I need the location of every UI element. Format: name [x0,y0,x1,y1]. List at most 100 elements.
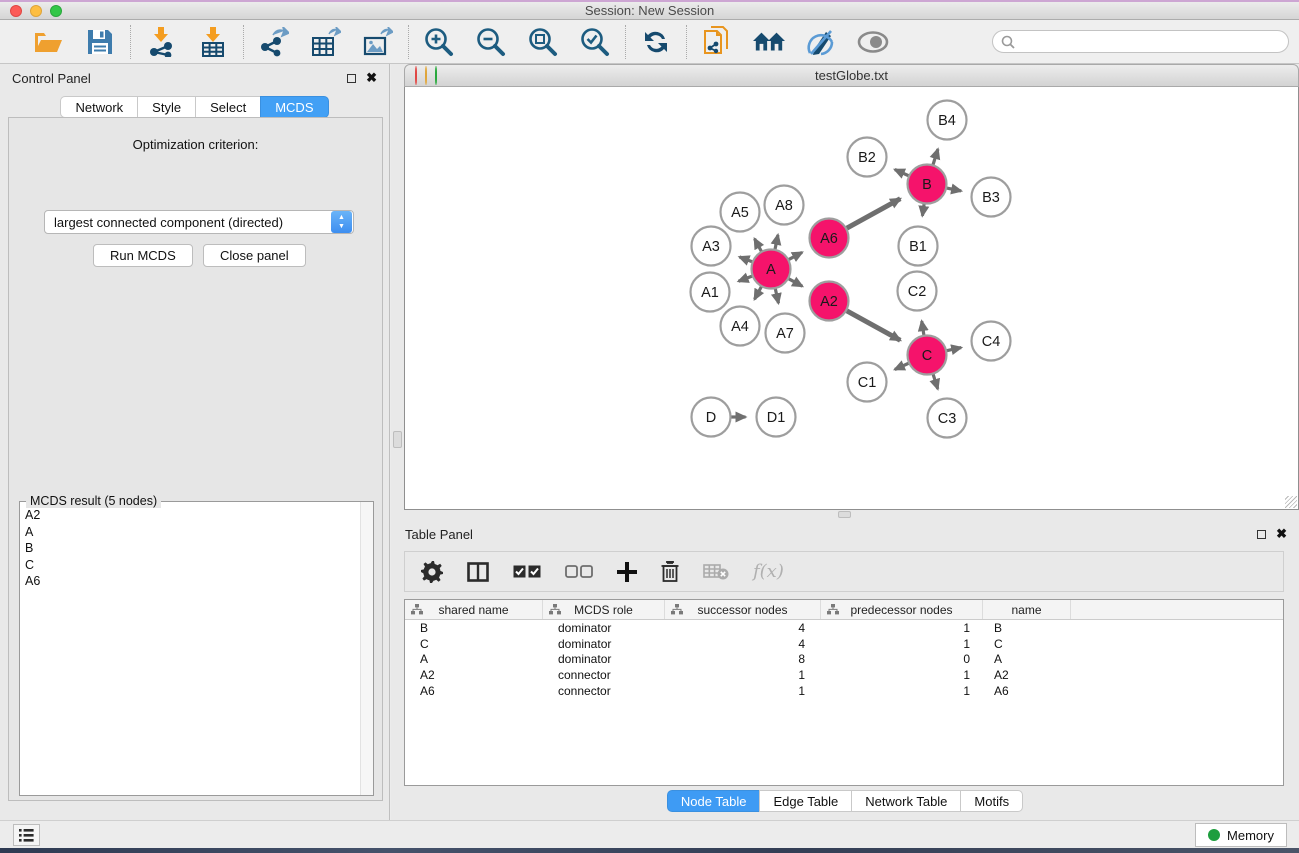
graph-edge-C-C1[interactable] [895,363,909,369]
table-cell[interactable]: B [405,621,543,635]
graph-edge-A-A8[interactable] [775,235,778,250]
table-cell[interactable]: A6 [405,684,543,698]
table-cell[interactable]: connector [543,668,665,682]
graph-edge-A-A4[interactable] [755,286,762,299]
create-column-icon[interactable] [617,562,637,582]
network-canvas[interactable]: B4B2BB3A5A8A6B1A3AC2A1A2A4A7C4CC1C3DD1 [404,87,1299,510]
graph-edge-A6-B[interactable] [846,199,900,229]
unselect-all-columns-icon[interactable] [565,565,593,578]
table-cell[interactable]: 1 [821,668,983,682]
select-all-columns-icon[interactable] [513,565,541,578]
table-cell[interactable]: dominator [543,637,665,651]
horizontal-split-grip[interactable] [838,511,851,518]
network-zoom-traffic-light[interactable] [435,66,437,85]
graph-edge-A2-C[interactable] [846,310,900,340]
function-builder-icon[interactable]: f(x) [753,561,784,582]
graph-edge-B-B1[interactable] [922,203,924,216]
table-cell[interactable]: dominator [543,652,665,666]
zoom-selected-icon[interactable] [579,26,611,58]
zoom-out-icon[interactable] [475,26,507,58]
tab-network-table[interactable]: Network Table [851,790,960,812]
zoom-in-icon[interactable] [423,26,455,58]
graph-edge-A-A6[interactable] [788,252,802,259]
task-history-button[interactable] [13,824,40,846]
mcds-result-item[interactable]: A [21,524,359,541]
import-network-icon[interactable] [145,26,177,58]
table-cell[interactable]: B [983,621,1071,635]
graph-edge-A-A2[interactable] [788,278,802,286]
delete-column-icon[interactable] [661,561,679,582]
search-input[interactable] [992,30,1289,53]
open-session-icon[interactable] [32,26,64,58]
close-table-panel-icon[interactable]: ✖ [1276,526,1287,542]
table-settings-gear-icon[interactable] [421,561,443,583]
delete-table-icon[interactable] [703,563,729,580]
network-close-traffic-light[interactable] [415,66,417,85]
graph-edge-B-B2[interactable] [895,170,909,176]
table-cell[interactable]: A6 [983,684,1071,698]
mcds-result-item[interactable]: B [21,540,359,557]
save-session-icon[interactable] [84,26,116,58]
memory-button[interactable]: Memory [1195,823,1287,847]
graph-edge-A-A5[interactable] [755,239,762,252]
tab-motifs[interactable]: Motifs [960,790,1023,812]
show-hide-eye-icon[interactable] [857,26,889,58]
tab-select[interactable]: Select [195,96,260,118]
table-cell[interactable]: 4 [665,621,821,635]
mcds-result-item[interactable]: A2 [21,507,359,524]
table-cell[interactable]: 1 [665,684,821,698]
network-minimize-traffic-light[interactable] [425,66,427,85]
export-table-icon[interactable] [310,26,342,58]
table-cell[interactable]: 1 [821,621,983,635]
export-image-icon[interactable] [362,26,394,58]
clone-network-icon[interactable] [701,26,733,58]
export-network-icon[interactable] [258,26,290,58]
float-table-panel-icon[interactable] [1257,530,1266,539]
table-row[interactable]: A6connector11A6 [405,683,1283,699]
table-cell[interactable]: connector [543,684,665,698]
column-header-successor-nodes[interactable]: successor nodes [665,600,821,619]
graphics-details-icon[interactable] [805,26,837,58]
table-cell[interactable]: 4 [665,637,821,651]
close-panel-icon[interactable]: ✖ [366,70,377,86]
close-panel-button[interactable]: Close panel [203,244,306,267]
mcds-result-item[interactable]: C [21,557,359,574]
run-mcds-button[interactable]: Run MCDS [93,244,193,267]
table-cell[interactable]: dominator [543,621,665,635]
vertical-split-grip[interactable] [393,431,402,448]
graph-edge-B-B3[interactable] [946,188,961,191]
tab-node-table[interactable]: Node Table [667,790,760,812]
tab-style[interactable]: Style [137,96,195,118]
table-row[interactable]: Bdominator41B [405,620,1283,636]
column-header-name[interactable]: name [983,600,1071,619]
graph-edge-C-C2[interactable] [922,321,924,336]
table-row[interactable]: A2connector11A2 [405,667,1283,683]
tab-mcds[interactable]: MCDS [260,96,328,118]
table-cell[interactable]: A2 [405,668,543,682]
graph-edge-B-B4[interactable] [933,149,938,165]
network-resize-grip[interactable] [1285,496,1297,508]
graph-edge-C-C4[interactable] [946,348,961,351]
table-cell[interactable]: C [983,637,1071,651]
column-header-shared-name[interactable]: shared name [405,600,543,619]
graph-edge-A-A7[interactable] [775,288,778,303]
float-panel-icon[interactable] [347,74,356,83]
tab-edge-table[interactable]: Edge Table [759,790,851,812]
graph-edge-C-C3[interactable] [933,374,938,389]
show-columns-icon[interactable] [467,562,489,582]
graph-edge-A-A1[interactable] [739,276,753,281]
table-cell[interactable]: 1 [821,684,983,698]
mcds-result-item[interactable]: A6 [21,573,359,590]
table-row[interactable]: Cdominator41C [405,636,1283,652]
tab-network[interactable]: Network [60,96,137,118]
table-cell[interactable]: A [983,652,1071,666]
column-header-mcds-role[interactable]: MCDS role [543,600,665,619]
column-header-predecessor-nodes[interactable]: predecessor nodes [821,600,983,619]
mcds-result-scrollbar[interactable] [360,502,373,795]
graph-edge-A-A3[interactable] [739,257,752,262]
table-cell[interactable]: C [405,637,543,651]
refresh-icon[interactable] [640,26,672,58]
table-cell[interactable]: 8 [665,652,821,666]
table-row[interactable]: Adominator80A [405,652,1283,668]
import-table-icon[interactable] [197,26,229,58]
